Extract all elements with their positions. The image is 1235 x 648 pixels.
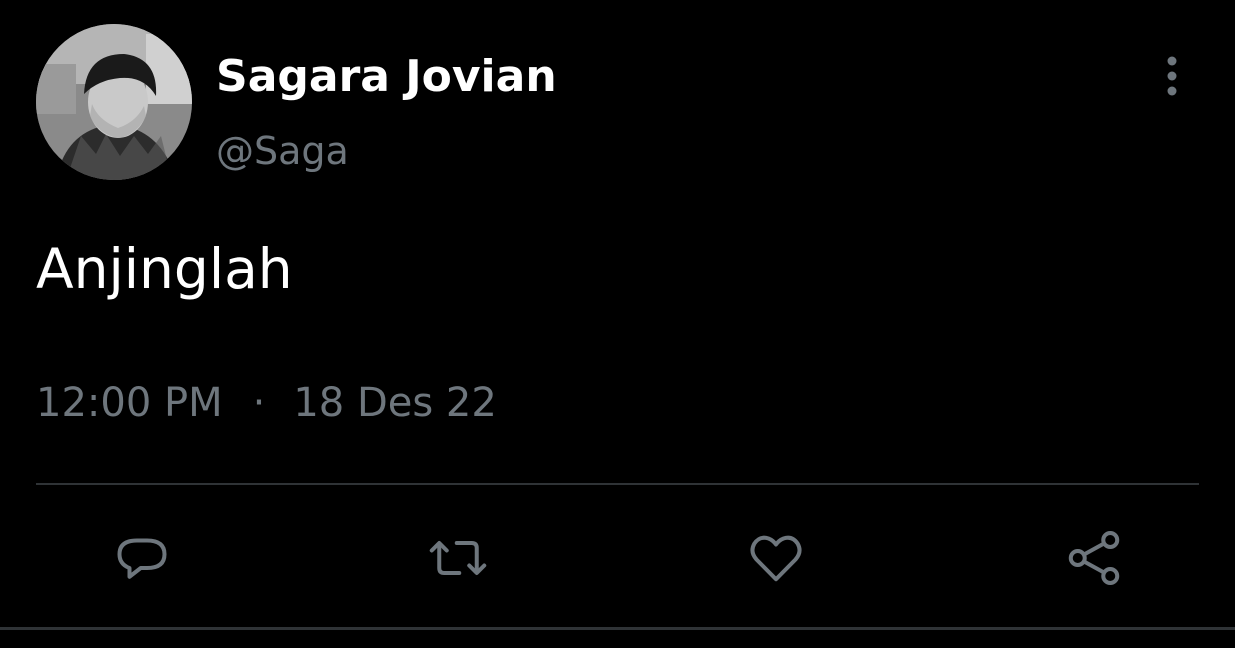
tweet-text: Anjinglah (36, 237, 293, 301)
more-options-button[interactable] (1150, 50, 1194, 102)
display-name[interactable]: Sagara Jovian (216, 50, 557, 104)
share-icon (1068, 531, 1120, 586)
share-button[interactable] (1056, 520, 1132, 596)
divider (36, 483, 1199, 485)
retweet-button[interactable] (420, 520, 496, 596)
avatar[interactable] (36, 24, 192, 180)
tweet-timestamp[interactable]: 12:00 PM · 18 Des 22 (36, 378, 497, 428)
tweet-time: 12:00 PM (36, 380, 223, 426)
tweet-date: 18 Des 22 (293, 380, 497, 426)
reply-button[interactable] (104, 520, 180, 596)
tweet-detail: Sagara Jovian @Saga Anjinglah 12:00 PM ·… (0, 0, 1235, 648)
retweet-icon (429, 541, 487, 575)
more-vertical-icon (1167, 56, 1177, 96)
avatar-photo (36, 24, 192, 180)
meta-separator: · (252, 380, 266, 426)
user-handle[interactable]: @Saga (216, 126, 349, 176)
heart-icon (750, 535, 802, 582)
like-button[interactable] (738, 520, 814, 596)
reply-icon (117, 538, 167, 579)
bottom-border (0, 627, 1235, 630)
action-bar (0, 520, 1235, 596)
